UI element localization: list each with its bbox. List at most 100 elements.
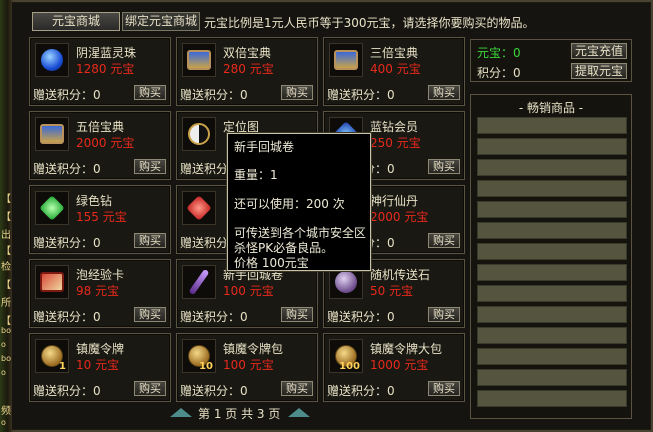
- hot-item-slot[interactable]: [477, 264, 627, 281]
- edge-glyph: 【: [1, 280, 11, 291]
- edge-glyph: 【: [1, 194, 11, 205]
- item-name: 神行仙丹: [370, 194, 419, 208]
- hot-items-panel: - 畅销商品 -: [470, 94, 632, 419]
- red-gem-icon[interactable]: [182, 191, 216, 225]
- scroll-icon[interactable]: [182, 43, 216, 77]
- item-bonus-points: 赠送积分：0: [327, 384, 395, 398]
- edge-glyph: 检: [1, 262, 11, 273]
- next-page-button[interactable]: [288, 408, 310, 417]
- buy-button[interactable]: 购买: [134, 233, 166, 248]
- hot-item-slot[interactable]: [477, 159, 627, 176]
- item-price: 98 元宝: [76, 284, 120, 298]
- yuanbao-balance: 元宝：0: [477, 46, 521, 60]
- hot-item-slot[interactable]: [477, 348, 627, 365]
- shop-item-card[interactable]: 1 镇魔令牌 10 元宝 赠送积分：0 购买: [29, 333, 171, 402]
- edge-glyph: o: [1, 340, 6, 349]
- buy-button[interactable]: 购买: [428, 307, 460, 322]
- hot-item-slot[interactable]: [477, 201, 627, 218]
- shop-item-card[interactable]: 五倍宝典 2000 元宝 赠送积分：0 购买: [29, 111, 171, 180]
- item-price: 280 元宝: [223, 62, 274, 76]
- item-tooltip: 新手回城卷 重量：1 还可以使用：200 次 可传送到各个城市安全区 杀怪PK必…: [227, 133, 371, 271]
- shop-item-card[interactable]: 泡经验卡 98 元宝赠送积分：0 购买: [29, 259, 171, 328]
- recharge-button[interactable]: 元宝充值: [571, 43, 627, 59]
- item-bonus-points: 赠送积分：0: [33, 310, 101, 324]
- withdraw-button[interactable]: 提取元宝: [571, 63, 627, 79]
- shop-item-card[interactable]: 三倍宝典 400 元宝 赠送积分：0 购买: [323, 37, 465, 106]
- item-name: 随机传送石: [370, 268, 431, 282]
- hot-item-slot[interactable]: [477, 180, 627, 197]
- blue-orb-icon[interactable]: [35, 43, 69, 77]
- buy-button[interactable]: 购买: [428, 85, 460, 100]
- shop-item-card[interactable]: 100 镇魔令牌大包 1000 元宝赠送积分：0 购买: [323, 333, 465, 402]
- prev-page-button[interactable]: [170, 408, 192, 417]
- item-price: 400 元宝: [370, 62, 421, 76]
- shop-item-card[interactable]: 10 镇魔令牌包 100 元宝 赠送积分：0 购买: [176, 333, 318, 402]
- token-quantity-badge: 1: [59, 361, 66, 372]
- edge-glyph: 【: [1, 212, 11, 223]
- card-icon[interactable]: [35, 265, 69, 299]
- edge-glyph: 所: [1, 298, 11, 309]
- hot-item-slot[interactable]: [477, 285, 627, 302]
- buy-button[interactable]: 购买: [134, 381, 166, 396]
- shop-item-card[interactable]: 阴湦蓝灵珠 1280 元宝 赠送积分：0 购买: [29, 37, 171, 106]
- wallet-panel: 元宝：0 积分：0 元宝充值 提取元宝: [470, 39, 632, 82]
- rod-icon[interactable]: [182, 265, 216, 299]
- tab-yuanbao-shop[interactable]: 元宝商城: [32, 12, 120, 31]
- buy-button[interactable]: 购买: [281, 307, 313, 322]
- item-name: 泡经验卡: [76, 268, 125, 282]
- page-indicator: 第 1 页 共 3 页: [198, 407, 281, 421]
- edge-glyph: bo: [1, 326, 11, 335]
- top-bar: 元宝商城 绑定元宝商城 元宝比例是1元人民币等于300元宝，请选择你要购买的物品…: [14, 12, 650, 32]
- scroll-icon[interactable]: [35, 117, 69, 151]
- hot-item-slot[interactable]: [477, 117, 627, 134]
- buy-button[interactable]: 购买: [134, 85, 166, 100]
- item-bonus-points: 赠送积分：0: [327, 88, 395, 102]
- hot-item-slot[interactable]: [477, 369, 627, 386]
- pager: 第 1 页 共 3 页: [170, 404, 310, 422]
- green-gem-icon[interactable]: [35, 191, 69, 225]
- taiji-icon[interactable]: [182, 117, 216, 151]
- edge-glyph: 【: [1, 316, 11, 327]
- token-quantity-badge: 10: [199, 361, 213, 372]
- edge-glyph: o: [1, 368, 6, 377]
- token-icon[interactable]: 100: [329, 339, 363, 373]
- item-name: 五倍宝典: [76, 120, 125, 134]
- hot-item-slot[interactable]: [477, 327, 627, 344]
- item-price: 100 元宝: [223, 284, 274, 298]
- hot-item-slot[interactable]: [477, 306, 627, 323]
- buy-button[interactable]: 购买: [428, 381, 460, 396]
- item-price: 1000 元宝: [370, 358, 429, 372]
- item-price: 2000 元宝: [76, 136, 135, 150]
- buy-button[interactable]: 购买: [428, 159, 460, 174]
- buy-button[interactable]: 购买: [134, 159, 166, 174]
- token-icon[interactable]: 1: [35, 339, 69, 373]
- item-bonus-points: 赠送积分：0: [327, 310, 395, 324]
- buy-button[interactable]: 购买: [428, 233, 460, 248]
- tab-bound-yuanbao-shop[interactable]: 绑定元宝商城: [122, 12, 200, 31]
- edge-glyph: 【: [1, 246, 11, 257]
- shop-item-card[interactable]: 绿色钻 155 元宝 赠送积分：0 购买: [29, 185, 171, 254]
- item-name: 镇魔令牌大包: [370, 342, 443, 356]
- tooltip-price: 价格 100元宝: [234, 256, 309, 270]
- shop-item-card[interactable]: 双倍宝典 280 元宝赠送积分：0 购买: [176, 37, 318, 106]
- item-bonus-points: 赠送积分：0: [180, 384, 248, 398]
- edge-glyph: o: [1, 418, 6, 427]
- item-price: 10 元宝: [76, 358, 120, 372]
- item-bonus-points: 赠送积分：0: [180, 88, 248, 102]
- item-price: 2000 元宝: [370, 210, 429, 224]
- item-bonus-points: 赠送积分：0: [33, 236, 101, 250]
- points-balance: 积分：0: [477, 66, 521, 80]
- token-icon[interactable]: 10: [182, 339, 216, 373]
- item-price: 50 元宝: [370, 284, 414, 298]
- hot-item-slot[interactable]: [477, 390, 627, 407]
- buy-button[interactable]: 购买: [134, 307, 166, 322]
- hot-item-slot[interactable]: [477, 138, 627, 155]
- hot-item-slot[interactable]: [477, 243, 627, 260]
- buy-button[interactable]: 购买: [281, 85, 313, 100]
- scroll-icon[interactable]: [329, 43, 363, 77]
- hot-items-title: - 畅销商品 -: [518, 101, 584, 115]
- item-price: 250 元宝: [370, 136, 421, 150]
- item-name: 双倍宝典: [223, 46, 272, 60]
- hot-item-slot[interactable]: [477, 222, 627, 239]
- buy-button[interactable]: 购买: [281, 381, 313, 396]
